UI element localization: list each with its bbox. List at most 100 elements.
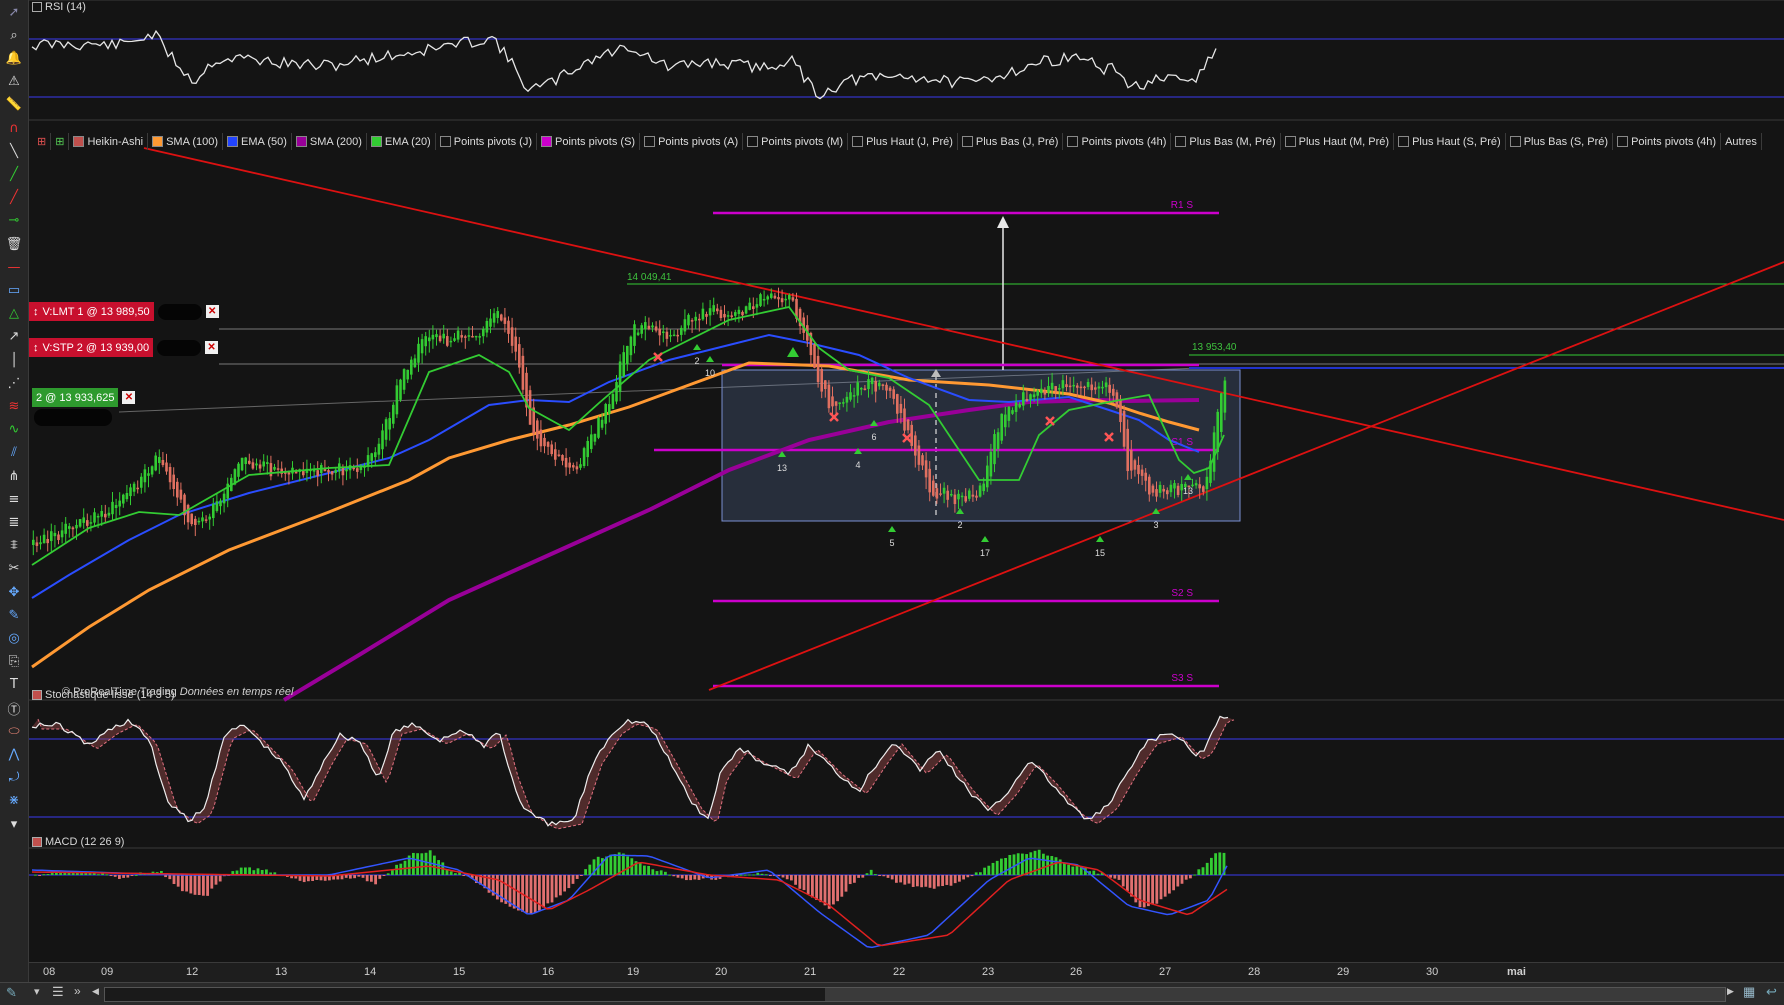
legend-item[interactable]: Plus Haut (S, Pré)	[1394, 133, 1506, 150]
ellipse-icon[interactable]: ⬭	[4, 721, 24, 741]
candle-body	[593, 433, 597, 442]
horizontal-scrollbar[interactable]	[104, 987, 1726, 1002]
drag-handle-icon[interactable]: ↕	[33, 342, 39, 354]
pitchfork-icon[interactable]: ⋔	[4, 466, 24, 486]
legend-settings[interactable]: ⊞	[33, 133, 52, 150]
horizontal-line-icon[interactable]: ⊸	[4, 211, 24, 231]
candle-body	[1072, 384, 1075, 387]
horizontal-red-icon[interactable]: —	[4, 257, 24, 277]
macd-bar	[1176, 875, 1180, 887]
magnet-icon[interactable]: ∩	[4, 118, 24, 138]
ruler-icon[interactable]: 📏	[4, 95, 24, 115]
legend-item[interactable]: Points pivots (4h)	[1063, 133, 1172, 150]
chevron-down-icon[interactable]: ▾	[4, 814, 24, 834]
return-icon[interactable]: ↩	[1766, 984, 1777, 1000]
macd-toggle-icon[interactable]	[32, 837, 42, 847]
legend-item[interactable]: Points pivots (S)	[537, 133, 641, 150]
candle-body	[118, 500, 121, 507]
alerts-list-icon[interactable]: ⚠	[4, 72, 24, 92]
candle-body	[273, 466, 276, 470]
legend-item[interactable]: EMA (20)	[367, 133, 436, 150]
polyline-icon[interactable]: ⋰	[4, 373, 24, 393]
stop-order-label[interactable]: ↕ V:STP 2 @ 13 939,00	[29, 338, 154, 357]
macd-bar	[1037, 849, 1041, 875]
move-icon[interactable]: ✥	[4, 582, 24, 602]
macd-bar	[924, 875, 928, 887]
volume-icon[interactable]: ⩨	[4, 536, 24, 556]
legend-item[interactable]: Plus Bas (J, Pré)	[958, 133, 1064, 150]
macd-bar	[995, 860, 999, 875]
legend-item[interactable]: Plus Haut (J, Pré)	[848, 133, 958, 150]
pen-icon[interactable]: ✎	[6, 985, 17, 1001]
candle-body	[600, 419, 604, 428]
channel-icon[interactable]: ⫽	[4, 443, 24, 463]
indicator-f-icon[interactable]: ≡	[4, 489, 24, 509]
legend-swatch	[370, 136, 382, 147]
stoch-toggle-icon[interactable]	[32, 690, 42, 700]
target-icon[interactable]: ◎	[4, 628, 24, 648]
legend-item[interactable]: Heikin-Ashi	[69, 133, 149, 150]
rsi-pane-label[interactable]: RSI (14)	[32, 1, 86, 13]
text-icon[interactable]: T	[4, 675, 24, 695]
lasso-icon[interactable]: ⤾	[4, 768, 24, 788]
text-circle-icon[interactable]: Ⓣ	[4, 698, 24, 718]
legend-item[interactable]: Points pivots (A)	[640, 133, 744, 150]
macd-bar	[1180, 875, 1184, 884]
cancel-stop-order-button[interactable]: ✕	[205, 341, 219, 354]
cursor-icon[interactable]: ➚	[4, 2, 24, 22]
line-icon[interactable]: ╲	[4, 141, 24, 161]
scroll-right-icon[interactable]: ▶	[1727, 986, 1734, 997]
fast-forward-icon[interactable]: »	[74, 984, 81, 998]
arrow-icon[interactable]: ↗	[4, 327, 24, 347]
zoom-icon[interactable]: ⌕	[4, 25, 24, 45]
macd-bar	[874, 874, 877, 876]
dropdown-icon[interactable]: ▾	[34, 985, 40, 998]
multi-icon[interactable]: ⋇	[4, 791, 24, 811]
candle-body	[1194, 483, 1198, 486]
candle-body	[1130, 449, 1133, 471]
triangle-icon[interactable]: △	[4, 304, 24, 324]
alert-icon[interactable]: 🔔	[4, 48, 24, 68]
trendline-red-icon[interactable]: ╱	[4, 188, 24, 208]
indicator-e-icon[interactable]: ≣	[4, 512, 24, 532]
settings-icon[interactable]: ⊞	[37, 135, 46, 148]
close-position-button[interactable]: ✕	[122, 391, 136, 404]
position-tag[interactable]: 2 @ 13 933,625 ✕	[32, 388, 136, 407]
legend-item[interactable]: Points pivots (M)	[743, 133, 849, 150]
trash-icon[interactable]: 🗑	[4, 234, 24, 254]
legend-item[interactable]: Points pivots (4h)	[1613, 133, 1722, 150]
rectangle-icon[interactable]: ▭	[4, 280, 24, 300]
candle-body	[1040, 388, 1043, 394]
legend-item[interactable]: Autres	[1721, 133, 1762, 150]
legend-item[interactable]: EMA (50)	[223, 133, 292, 150]
calendar-icon[interactable]: ▦	[1743, 984, 1755, 1000]
limit-order-tag[interactable]: ↕ V:LMT 1 @ 13 989,50 ✕	[29, 302, 219, 321]
drag-handle-icon[interactable]: ↕	[33, 306, 39, 318]
pen-icon[interactable]: ✎	[4, 605, 24, 625]
copy-icon[interactable]: ⎘	[4, 652, 24, 672]
legend-add[interactable]: ⊞	[51, 133, 70, 150]
macd-pane-label[interactable]: MACD (12 26 9)	[32, 836, 124, 848]
limit-order-label[interactable]: ↕ V:LMT 1 @ 13 989,50	[29, 302, 154, 321]
pattern-icon[interactable]: ⋀	[4, 744, 24, 764]
rsi-toggle-icon[interactable]	[32, 2, 42, 12]
tools-icon[interactable]: ✂	[4, 559, 24, 579]
legend-item[interactable]: Points pivots (J)	[436, 133, 537, 150]
position-label[interactable]: 2 @ 13 933,625	[32, 388, 119, 407]
scroll-left-icon[interactable]: ◀	[92, 986, 99, 997]
legend-item[interactable]: SMA (200)	[292, 133, 367, 150]
legend-label: Points pivots (4h)	[1081, 135, 1167, 148]
wave-icon[interactable]: ∿	[4, 420, 24, 440]
stop-order-tag[interactable]: ↕ V:STP 2 @ 13 939,00 ✕	[29, 338, 219, 357]
trendline-green-icon[interactable]: ╱	[4, 164, 24, 184]
legend-item[interactable]: Plus Bas (M, Pré)	[1171, 133, 1281, 150]
menu-icon[interactable]: ☰	[52, 984, 64, 1000]
fibonacci-icon[interactable]: ≋	[4, 396, 24, 416]
add-indicator-icon[interactable]: ⊞	[55, 135, 64, 148]
legend-item[interactable]: Plus Haut (M, Pré)	[1281, 133, 1395, 150]
scrollbar-thumb[interactable]	[105, 988, 825, 1001]
vertical-line-icon[interactable]: │	[4, 350, 24, 370]
cancel-limit-order-button[interactable]: ✕	[205, 305, 219, 318]
legend-item[interactable]: Plus Bas (S, Pré)	[1506, 133, 1614, 150]
legend-item[interactable]: SMA (100)	[148, 133, 224, 150]
